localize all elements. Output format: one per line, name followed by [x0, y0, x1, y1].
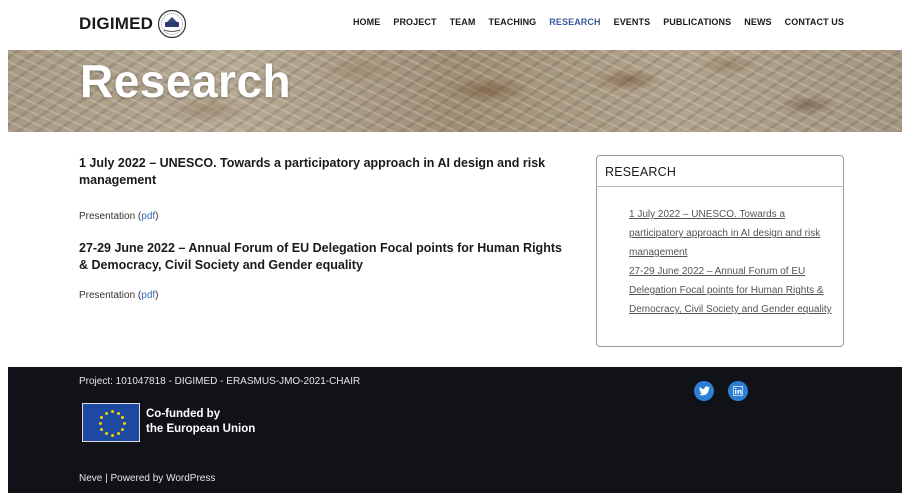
list-item: 1 July 2022 – UNESCO. Towards a particip… [629, 205, 834, 262]
post-item: 1 July 2022 – UNESCO. Towards a particip… [79, 155, 569, 222]
nav-research[interactable]: RESEARCH [549, 17, 600, 27]
footer-credit: Neve | Powered by WordPress [79, 473, 216, 484]
post-body-suffix: ) [155, 211, 159, 222]
nav-publications[interactable]: PUBLICATIONS [663, 17, 731, 27]
post-body-suffix: ) [155, 290, 159, 301]
eu-star-icon [122, 422, 126, 425]
post-body-prefix: Presentation ( [79, 211, 142, 222]
site-header: DIGIMED HOME PROJECT TEAM TEACHING RESEA… [0, 0, 902, 50]
eu-star-icon [100, 416, 104, 419]
site-logo[interactable]: DIGIMED [79, 9, 187, 39]
eu-star-icon [104, 432, 108, 436]
eu-line-1: Co-funded by [146, 408, 221, 420]
eu-star-icon [116, 411, 120, 415]
footer-project-id: Project: 101047818 - DIGIMED - ERASMUS-J… [79, 376, 361, 387]
pdf-link[interactable]: pdf [141, 211, 155, 222]
list-item: 27-29 June 2022 – Annual Forum of EU Del… [629, 262, 834, 319]
eu-star-icon [110, 410, 114, 413]
main-content: 1 July 2022 – UNESCO. Towards a particip… [79, 155, 569, 319]
post-item: 27-29 June 2022 – Annual Forum of EU Del… [79, 240, 569, 301]
eu-star-icon [110, 434, 114, 437]
nav-home[interactable]: HOME [353, 17, 380, 27]
logo-emblem-icon [158, 9, 187, 39]
sidebar-list: 1 July 2022 – UNESCO. Towards a particip… [629, 205, 834, 319]
sidebar-link[interactable]: 27-29 June 2022 – Annual Forum of EU Del… [629, 262, 834, 319]
nav-team[interactable]: TEAM [450, 17, 476, 27]
eu-star-icon [100, 428, 104, 431]
post-title[interactable]: 27-29 June 2022 – Annual Forum of EU Del… [79, 240, 569, 274]
sidebar-link[interactable]: 1 July 2022 – UNESCO. Towards a particip… [629, 205, 834, 262]
post-title[interactable]: 1 July 2022 – UNESCO. Towards a particip… [79, 155, 569, 189]
twitter-icon[interactable] [694, 381, 714, 401]
eu-star-icon [120, 428, 124, 431]
eu-line-2: the European Union [146, 423, 256, 435]
post-body: Presentation (pdf) [79, 290, 569, 301]
site-footer: Project: 101047818 - DIGIMED - ERASMUS-J… [8, 367, 902, 493]
pdf-link[interactable]: pdf [141, 290, 155, 301]
page-title: Research [80, 55, 292, 107]
post-body: Presentation (pdf) [79, 211, 569, 222]
nav-teaching[interactable]: TEACHING [488, 17, 536, 27]
hero-banner: Research [8, 50, 902, 132]
logo-text: DIGIMED [79, 14, 154, 33]
research-sidebar-widget: RESEARCH 1 July 2022 – UNESCO. Towards a… [596, 155, 844, 347]
linkedin-glyph-icon [733, 386, 743, 396]
twitter-glyph-icon [698, 386, 710, 396]
linkedin-icon[interactable] [728, 381, 748, 401]
nav-contact-us[interactable]: CONTACT US [785, 17, 844, 27]
eu-star-icon [120, 416, 124, 419]
nav-events[interactable]: EVENTS [614, 17, 651, 27]
nav-project[interactable]: PROJECT [393, 17, 436, 27]
sidebar-divider [597, 186, 843, 187]
post-body-prefix: Presentation ( [79, 290, 142, 301]
main-nav: HOME PROJECT TEAM TEACHING RESEARCH EVEN… [340, 17, 844, 27]
eu-star-icon [104, 411, 108, 415]
eu-star-icon [116, 432, 120, 436]
eu-cofunded-label: Co-funded by the European Union [146, 407, 255, 437]
eu-flag-icon [82, 403, 140, 442]
sidebar-title: RESEARCH [605, 165, 677, 179]
nav-news[interactable]: NEWS [744, 17, 771, 27]
eu-star-icon [98, 422, 102, 425]
